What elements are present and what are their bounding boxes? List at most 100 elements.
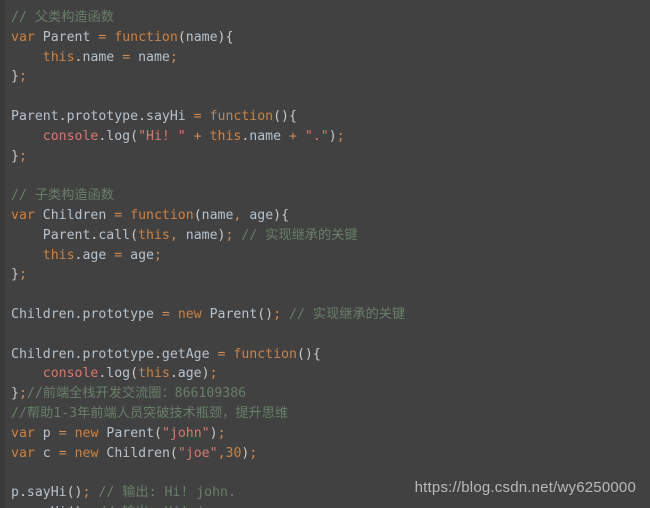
code-line[interactable]: Children.prototype = new Parent(); // 实现… [0,305,650,325]
code-token-punc [281,129,289,144]
code-line[interactable] [0,325,650,345]
code-line[interactable]: Parent.call(this, name); // 实现继承的关键 [0,226,650,246]
code-token-id: name [249,128,282,144]
code-token-op: ; [18,267,27,283]
code-token-op: , [169,227,178,243]
code-token-com: // 实现继承的关键 [241,227,358,243]
code-token-num: 30 [225,445,242,461]
code-token-id: prototype [82,346,154,362]
code-token-op: + [193,128,202,144]
code-line[interactable]: var Children = function(name, age){ [0,206,650,226]
code-line[interactable] [0,87,650,107]
code-token-str: "john" [161,425,210,441]
code-token-punc: ) [328,128,337,144]
code-token-id: Parent [209,306,258,322]
code-token-id: age [82,247,107,263]
code-editor-content[interactable]: // 父类构造函数 var Parent = function(name){ th… [0,0,650,508]
code-token-com: // 父类构造函数 [11,10,114,25]
code-line[interactable]: }; [0,147,650,167]
code-token-punc [67,426,75,441]
code-line[interactable]: var Parent = function(name){ [0,28,650,48]
code-line[interactable]: c.sayHi(); // 输出: Hi! joe. [0,503,650,508]
code-token-punc [130,50,138,65]
code-token-str: "Hi! " [138,128,186,144]
code-token-kw: var [11,445,35,461]
code-token-punc: { [281,207,290,223]
code-token-id: getAge [161,346,210,362]
code-token-kw: new [177,306,202,322]
code-line[interactable]: Children.prototype.getAge = function(){ [0,345,650,365]
code-token-punc: ( [130,227,139,243]
code-token-id: Parent [42,29,91,45]
code-line[interactable]: var c = new Children("joe",30); [0,444,650,464]
code-token-com: // 实现继承的关键 [289,306,406,322]
code-token-id: prototype [82,306,154,322]
code-line[interactable]: console.log(this.age); [0,364,650,384]
code-token-id: Parent [11,108,59,124]
code-token-fn: console [42,128,99,144]
code-token-kw: new [74,445,99,461]
code-token-punc [202,307,210,322]
code-token-id: Children [106,445,170,461]
code-token-punc: . [18,485,27,501]
code-token-op: = [58,425,67,441]
code-line[interactable]: this.name = name; [0,48,650,68]
code-token-punc: ) [209,425,218,441]
code-line[interactable] [0,166,650,186]
code-token-punc [35,208,43,223]
code-line[interactable]: console.log("Hi! " + this.name + "."); [0,127,650,147]
code-token-id: Children [42,207,107,223]
code-token-fn: console [42,366,99,382]
code-token-op: = [193,108,202,124]
code-token-punc [186,129,194,144]
code-token-str: "joe" [177,445,218,461]
code-token-punc [67,446,75,461]
code-token-punc [154,307,162,322]
code-line[interactable]: this.age = age; [0,246,650,266]
code-line[interactable]: }; [0,67,650,87]
code-token-id: name [138,49,170,65]
code-token-id: Parent [106,425,155,441]
code-token-punc: . [58,108,67,124]
code-token-punc [51,446,59,461]
code-token-op: , [217,445,226,461]
code-token-kw: new [74,425,99,441]
code-token-punc: } [11,386,19,402]
code-token-punc: { [289,108,297,124]
code-token-op: = [161,306,170,322]
code-token-op: ; [18,386,27,402]
code-token-id: c [42,445,51,461]
code-token-punc: . [169,366,178,382]
code-token-punc [11,248,43,263]
code-token-punc: } [11,267,19,283]
code-token-punc: ) [273,207,282,223]
code-token-punc [122,208,130,223]
code-token-str: "." [304,128,329,144]
code-token-id: Children [11,306,75,322]
code-token-punc [210,347,218,362]
code-line[interactable]: // 子类构造函数 [0,186,650,206]
code-line[interactable]: // 父类构造函数 [0,8,650,28]
code-line[interactable]: var p = new Parent("john"); [0,424,650,444]
code-token-id: name [82,49,115,65]
code-token-id: name [201,207,234,223]
code-line[interactable]: Parent.prototype.sayHi = function(){ [0,107,650,127]
code-token-punc: { [312,346,321,362]
code-token-punc: { [225,29,234,45]
code-line[interactable]: }; [0,265,650,285]
code-token-punc [202,129,210,144]
code-token-punc: . [153,346,162,362]
code-token-punc: () [66,485,83,501]
code-token-kw: function [130,207,194,223]
code-token-punc [35,30,43,45]
code-token-kw: this [42,247,75,263]
code-line[interactable]: //帮助1-3年前端人员突破技术瓶颈，提升思维 [0,404,650,424]
code-token-punc: ( [130,366,139,382]
code-token-com: // 输出: Hi! john. [98,485,236,501]
code-token-id: prototype [66,108,139,124]
code-line[interactable] [0,285,650,305]
code-token-punc: () [257,306,274,322]
code-line[interactable]: };//前端全栈开发交流圈：866109386 [0,384,650,404]
code-token-punc: ( [193,207,202,223]
code-token-com: // 子类构造函数 [11,188,114,204]
